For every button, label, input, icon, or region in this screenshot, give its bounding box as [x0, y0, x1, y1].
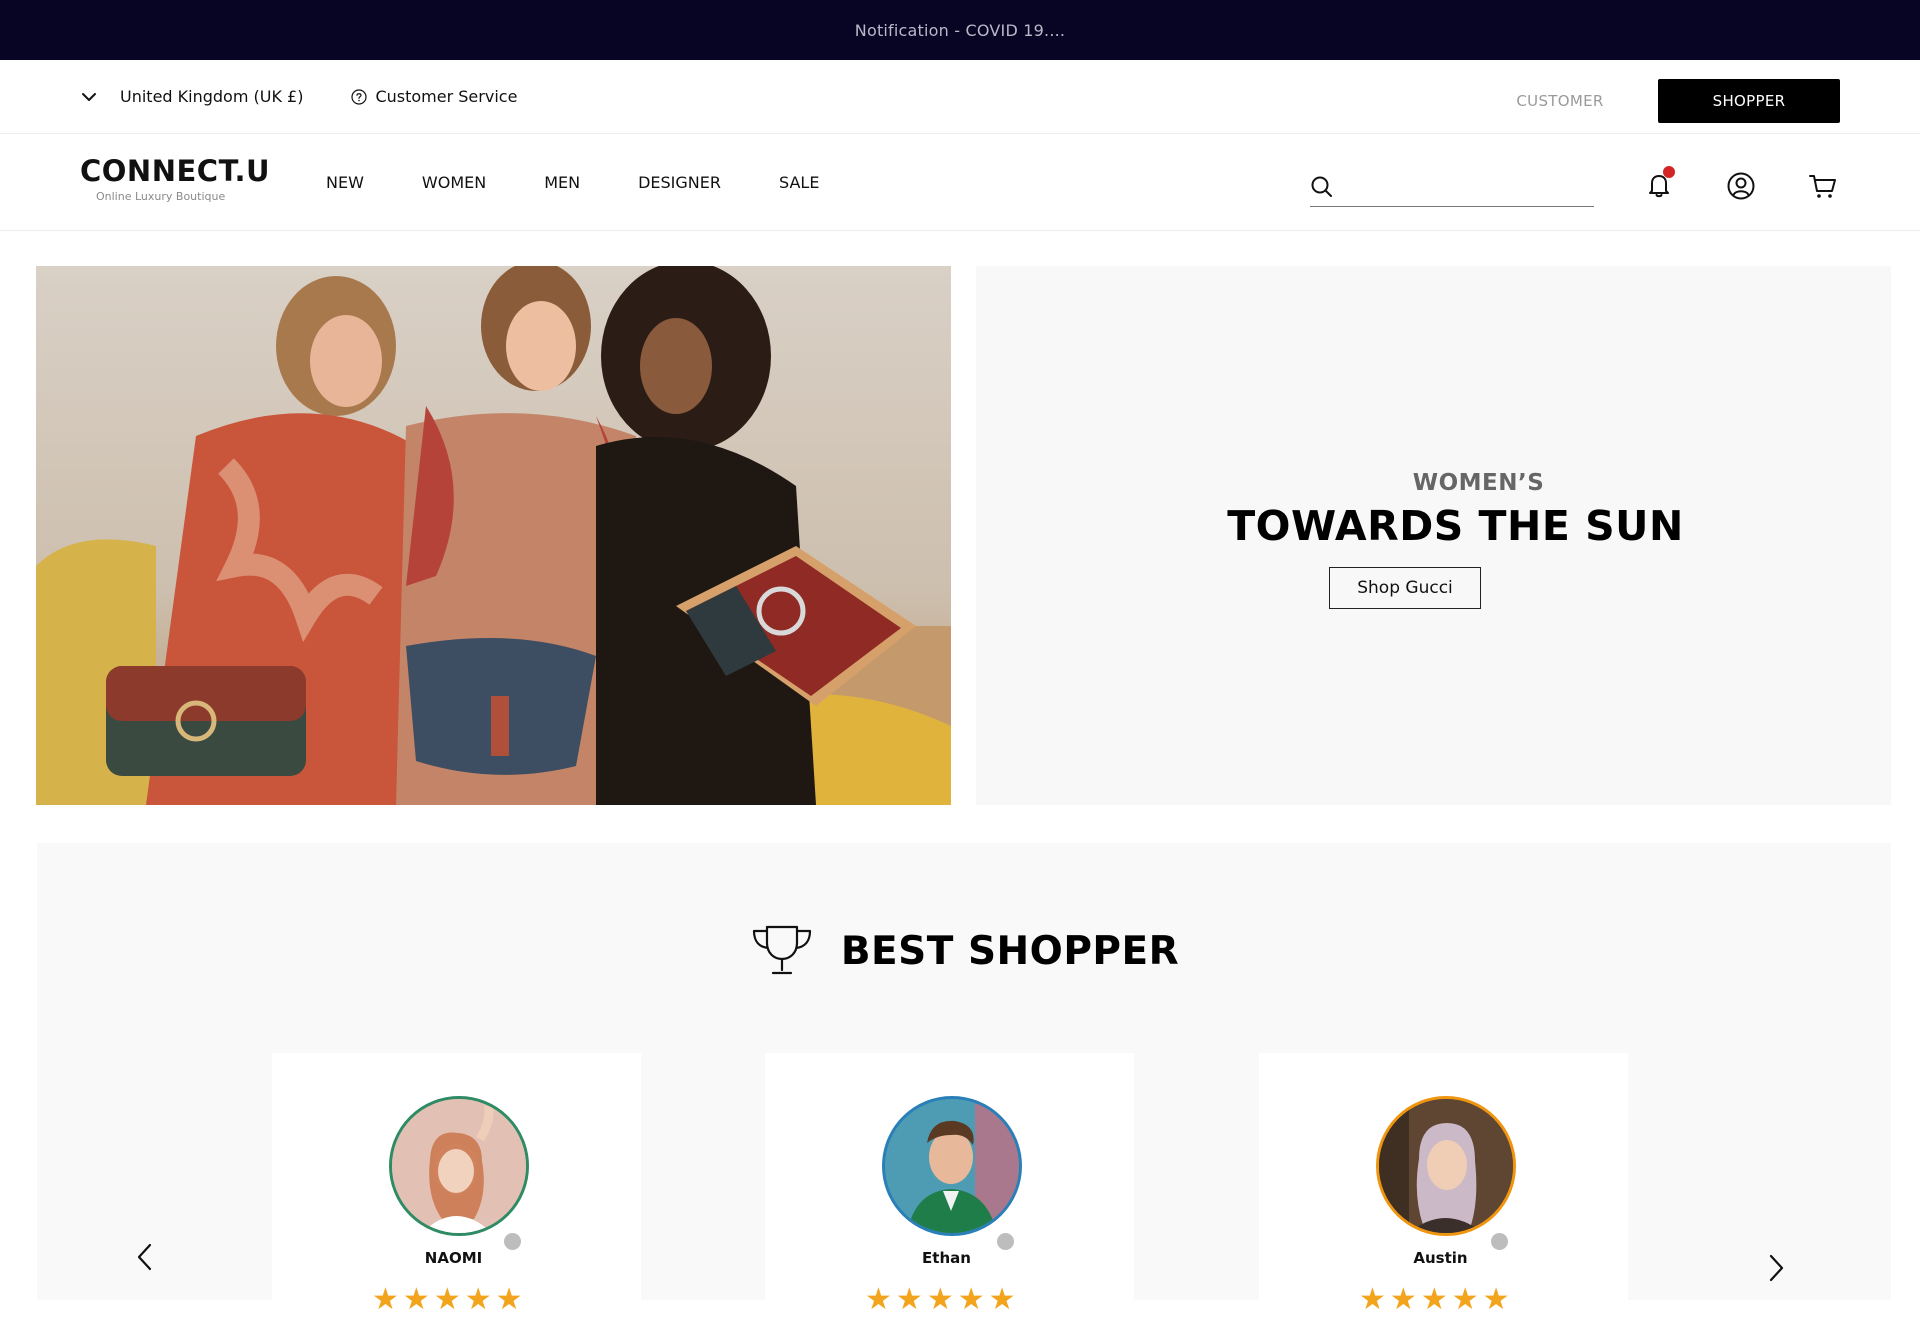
star-icon: ★ [464, 1282, 492, 1317]
nav-item-designer[interactable]: DESIGNER [638, 173, 721, 192]
shopper-name: NAOMI [424, 1249, 483, 1267]
customer-toggle-button[interactable]: CUSTOMER [1480, 79, 1640, 123]
star-icon: ★ [495, 1282, 523, 1317]
region-selector[interactable]: United Kingdom (UK £) [80, 87, 303, 106]
search-input[interactable] [1346, 171, 1594, 203]
status-indicator [1491, 1233, 1508, 1250]
notifications-button[interactable] [1644, 166, 1675, 200]
notification-badge [1663, 166, 1675, 178]
customer-service-label: Customer Service [375, 87, 518, 106]
star-icon: ★ [988, 1282, 1016, 1317]
best-shopper-title: BEST SHOPPER [840, 928, 1180, 974]
avatar [882, 1096, 1022, 1236]
star-icon: ★ [1420, 1282, 1448, 1317]
star-icon: ★ [957, 1282, 985, 1317]
star-rating: ★ ★ ★ ★ ★ [372, 1285, 527, 1315]
search-bar [1310, 168, 1594, 207]
nav-item-men[interactable]: MEN [544, 173, 580, 192]
cart-button[interactable] [1808, 171, 1838, 201]
star-icon: ★ [402, 1282, 430, 1317]
brand-name: CONNECT.U [80, 154, 271, 188]
star-icon: ★ [895, 1282, 923, 1317]
star-rating: ★ ★ ★ ★ ★ [865, 1285, 1020, 1315]
best-shopper-header: BEST SHOPPER [37, 923, 1891, 979]
hero-title: TOWARDS THE SUN [1227, 502, 1684, 550]
avatar [1376, 1096, 1516, 1236]
status-indicator [997, 1233, 1014, 1250]
shopper-name: Ethan [922, 1249, 971, 1267]
star-icon: ★ [1359, 1282, 1386, 1317]
star-icon: ★ [926, 1282, 954, 1317]
chevron-right-icon[interactable] [1764, 1253, 1788, 1283]
notification-bar: Notification - COVID 19.... [0, 0, 1920, 60]
chevron-down-icon [82, 92, 96, 101]
shopper-card[interactable]: Austin ★ ★ ★ ★ ★ [1259, 1053, 1628, 1315]
customer-service-link[interactable]: Customer Service [351, 87, 517, 106]
trophy-icon [752, 925, 811, 975]
nav-item-sale[interactable]: SALE [779, 173, 819, 192]
star-icon: ★ [1389, 1282, 1417, 1317]
region-label: United Kingdom (UK £) [120, 87, 304, 106]
star-rating: ★ ★ ★ ★ ★ [1359, 1285, 1514, 1315]
star-icon: ★ [433, 1282, 461, 1317]
shop-gucci-button[interactable]: Shop Gucci [1329, 567, 1481, 609]
shopper-toggle-button[interactable]: SHOPPER [1658, 79, 1840, 123]
star-icon: ★ [865, 1282, 892, 1317]
help-circle-icon [351, 88, 368, 105]
hero-promo-panel: WOMEN’S TOWARDS THE SUN Shop Gucci [976, 266, 1891, 805]
brand-logo[interactable]: CONNECT.U Online Luxury Boutique [80, 154, 270, 203]
shopper-name: Austin [1413, 1249, 1468, 1267]
avatar [389, 1096, 529, 1236]
best-shopper-section: BEST SHOPPER NAOMI ★ ★ ★ ★ ★ Ethan ★ ★ ★ ★ ★ [37, 843, 1891, 1315]
star-icon: ★ [1482, 1282, 1510, 1317]
main-nav: CONNECT.U Online Luxury Boutique NEW WOM… [0, 134, 1920, 231]
status-indicator [504, 1233, 521, 1250]
account-button[interactable] [1726, 171, 1756, 201]
hero-subtitle: WOMEN’S [1412, 470, 1545, 496]
nav-item-new[interactable]: NEW [326, 173, 364, 192]
nav-links: NEW WOMEN MEN DESIGNER SALE [326, 134, 877, 230]
search-icon[interactable] [1310, 175, 1334, 199]
notification-text: Notification - COVID 19.... [854, 20, 1066, 40]
shopper-card[interactable]: NAOMI ★ ★ ★ ★ ★ [272, 1053, 641, 1315]
nav-item-women[interactable]: WOMEN [422, 173, 486, 192]
star-icon: ★ [1451, 1282, 1479, 1317]
hero-image [36, 266, 951, 805]
shopper-card[interactable]: Ethan ★ ★ ★ ★ ★ [765, 1053, 1134, 1315]
chevron-left-icon[interactable] [133, 1242, 157, 1272]
cart-icon [1809, 175, 1836, 198]
star-icon: ★ [372, 1282, 399, 1317]
brand-tagline: Online Luxury Boutique [96, 190, 226, 203]
user-icon [1727, 172, 1755, 200]
